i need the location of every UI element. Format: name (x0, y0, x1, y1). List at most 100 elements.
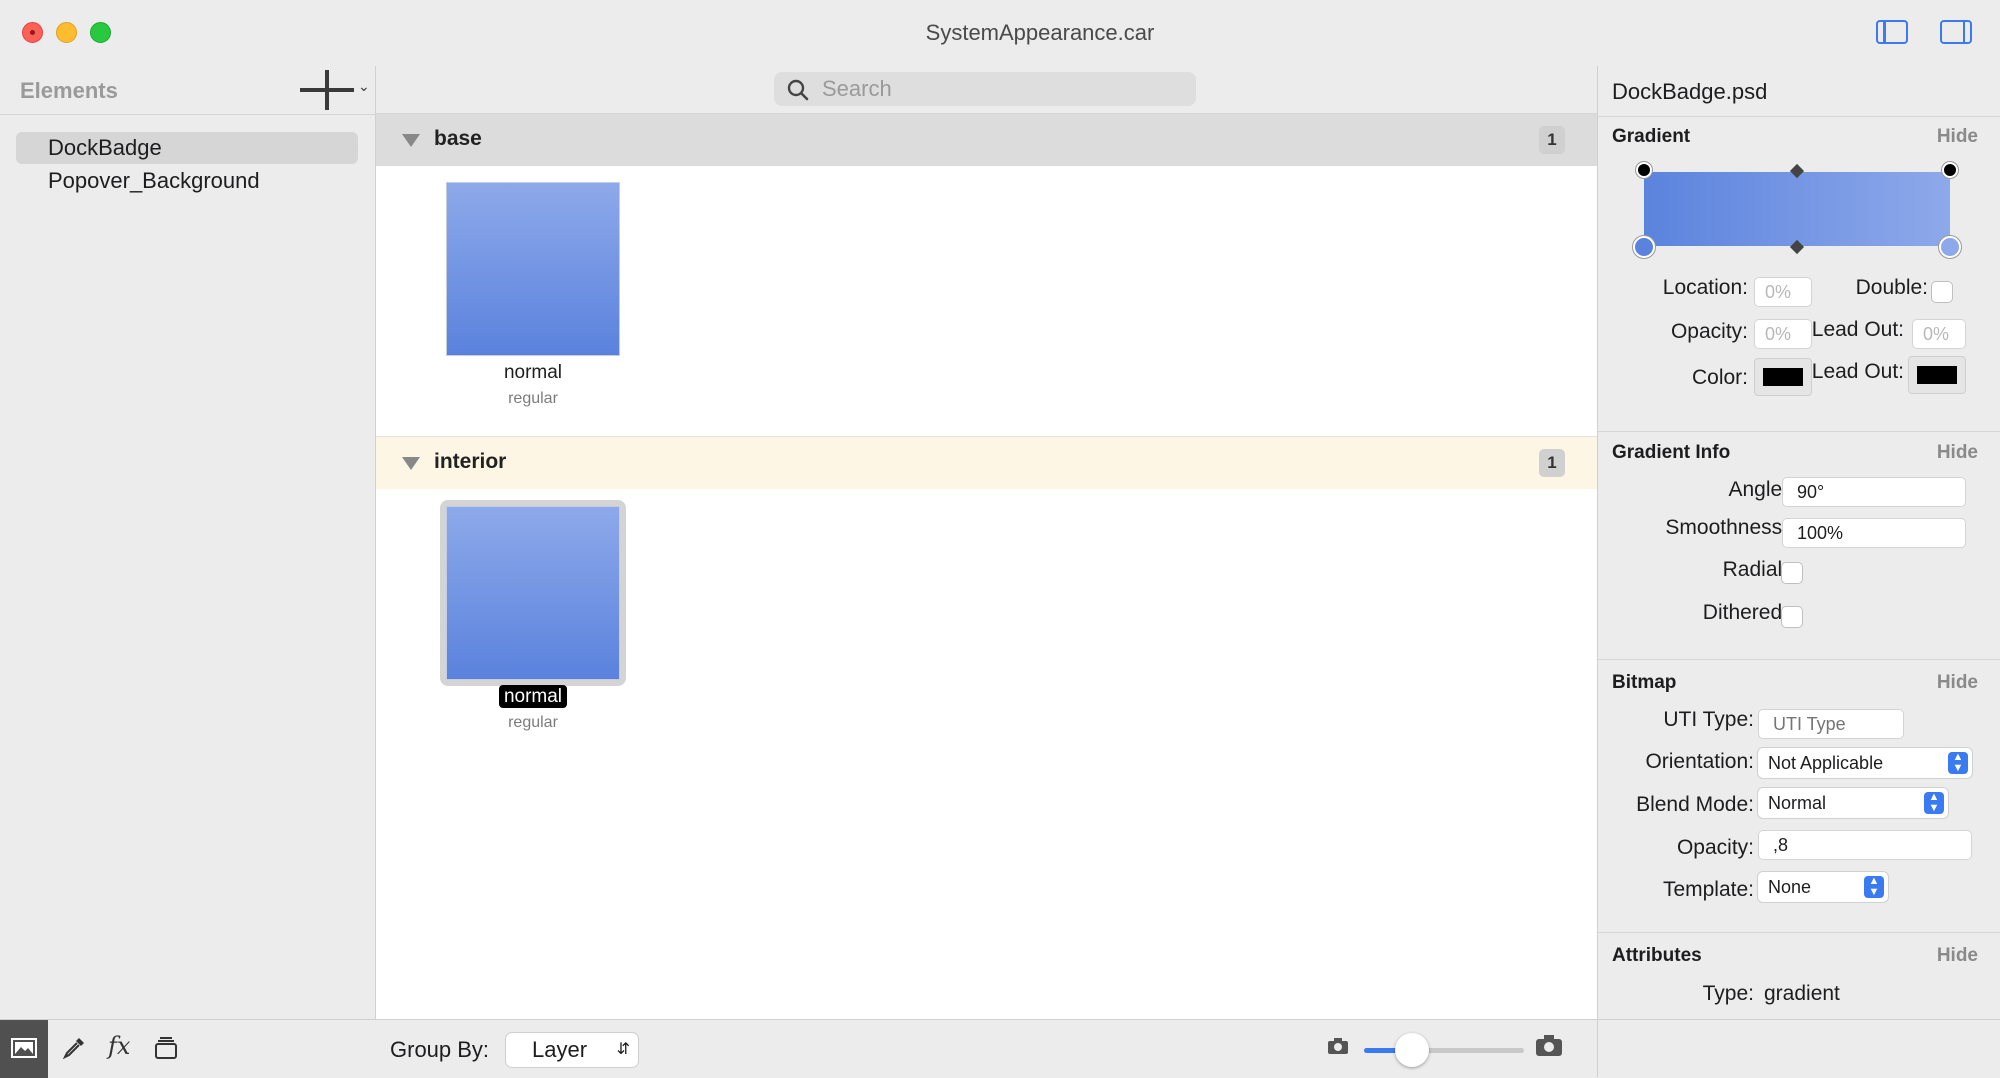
bitmap-hide-button[interactable]: Hide (1937, 672, 1978, 694)
lead-out-label: Lead Out: (1811, 318, 1904, 341)
select-stepper-icon: ▲ ▼ (1948, 752, 1968, 774)
plus-icon-vertical (325, 70, 329, 110)
search-field[interactable] (774, 72, 1196, 106)
toggle-left-sidebar-icon[interactable] (1876, 20, 1908, 44)
bitmap-section-header: Bitmap (1612, 672, 1677, 693)
bitmap-opacity-field[interactable]: ,8 (1758, 830, 1972, 860)
location-label: Location: (1662, 276, 1748, 299)
sidebar-item-dockbadge[interactable]: DockBadge (16, 132, 358, 164)
smoothness-field[interactable]: 100% (1782, 518, 1966, 548)
sidebar-divider (0, 114, 376, 115)
sidebar: Elements ⌄ DockBadge Popover_Background (0, 66, 376, 1019)
thumbnail-label-selected: normal (413, 685, 653, 708)
lead-out-field[interactable]: 0% (1912, 319, 1966, 349)
dithered-checkbox[interactable] (1781, 606, 1803, 628)
location-field[interactable]: 0% (1754, 277, 1812, 307)
image-thumbnail-selected[interactable] (446, 506, 620, 680)
thumbnail-label: normal (503, 362, 563, 383)
type-value: gradient (1764, 982, 1840, 1005)
gradient-opacity-stop-end[interactable] (1942, 162, 1958, 178)
lead-out-color-label: Lead Out: (1811, 360, 1904, 383)
camera-small-icon (1328, 1038, 1348, 1054)
opacity-label: Opacity: (1670, 320, 1748, 343)
gradient-info-hide-button[interactable]: Hide (1937, 442, 1978, 464)
camera-large-icon (1536, 1035, 1562, 1056)
group-name: interior (434, 450, 507, 473)
inspector-divider (1598, 932, 2000, 933)
group-header-base[interactable]: base 1 (376, 114, 1597, 166)
gradient-opacity-stop-start[interactable] (1636, 162, 1652, 178)
smoothness-label: Smoothness: (1665, 516, 1788, 539)
attributes-section-header: Attributes (1612, 945, 1702, 966)
toggle-right-inspector-icon[interactable] (1940, 20, 1972, 44)
search-input[interactable] (820, 72, 1180, 106)
radial-label: Radial: (1722, 558, 1788, 581)
template-label: Template: (1662, 878, 1754, 901)
group-by-select[interactable]: Layer ⇵ (506, 1033, 638, 1067)
chevron-down-icon: ⌄ (358, 78, 370, 94)
inspector-divider (1598, 431, 2000, 432)
gradient-section-header: Gradient (1612, 126, 1691, 147)
color-label: Color: (1691, 366, 1748, 389)
color-tab-button[interactable] (50, 1020, 98, 1078)
orientation-select[interactable]: Not Applicable ▲ ▼ (1758, 748, 1972, 778)
thumbnail-sublabel: regular (508, 714, 558, 731)
lead-out-color-swatch[interactable] (1908, 356, 1966, 394)
thumbnail-sublabel: regular (508, 390, 558, 407)
image-thumbnail[interactable] (446, 182, 620, 356)
main-content: base 1 normal regular interior 1 normal … (376, 66, 1597, 1019)
type-label: Type: (1702, 982, 1754, 1005)
gradient-hide-button[interactable]: Hide (1937, 126, 1978, 148)
dithered-label: Dithered: (1702, 601, 1788, 624)
group-count-badge: 1 (1539, 126, 1565, 154)
inspector-divider (1598, 659, 2000, 660)
zoom-slider-knob[interactable] (1395, 1033, 1429, 1067)
main-bottom-toolbar: Group By: Layer ⇵ (376, 1019, 1597, 1077)
gradient-preview-bar[interactable] (1644, 172, 1950, 246)
add-element-button[interactable]: ⌄ (298, 66, 376, 114)
inspector-panel: DockBadge.psd Gradient Hide Location: 0%… (1597, 66, 2000, 1019)
inspector-bottom-bar (1597, 1019, 2000, 1077)
image-icon (11, 1038, 37, 1058)
group-by-label: Group By: (390, 1037, 490, 1062)
attributes-hide-button[interactable]: Hide (1937, 945, 1978, 967)
stack-icon (155, 1037, 177, 1059)
group-by-value: Layer (532, 1037, 588, 1062)
sidebar-bottom-toolbar: fx (0, 1019, 376, 1078)
search-bar (376, 66, 1597, 114)
radial-checkbox[interactable] (1781, 562, 1803, 584)
gradient-color-stop-start[interactable] (1633, 236, 1655, 258)
layers-tab-button[interactable] (142, 1020, 190, 1078)
function-icon: fx (108, 1032, 131, 1060)
uti-type-input[interactable] (1758, 709, 1904, 739)
angle-label: Angle: (1728, 478, 1788, 501)
sidebar-item-popover-background[interactable]: Popover_Background (16, 165, 358, 197)
blend-mode-select[interactable]: Normal ▲ ▼ (1758, 788, 1948, 818)
inspector-divider (1598, 116, 2000, 117)
template-select[interactable]: None ▲ ▼ (1758, 872, 1888, 902)
disclosure-triangle-icon[interactable] (402, 134, 420, 147)
search-icon (787, 79, 809, 101)
group-name: base (434, 127, 482, 150)
eyedropper-icon (62, 1038, 84, 1060)
select-stepper-icon: ▲ ▼ (1864, 876, 1884, 898)
gradient-info-section-header: Gradient Info (1612, 442, 1731, 463)
zoom-slider-track[interactable] (1364, 1048, 1524, 1053)
title-bar: SystemAppearance.car (0, 0, 2000, 66)
select-stepper-icon: ▲ ▼ (1924, 792, 1944, 814)
double-label: Double: (1855, 276, 1928, 299)
gradient-color-stop-end[interactable] (1939, 236, 1961, 258)
effects-tab-button[interactable]: fx (96, 1020, 144, 1078)
image-tab-button[interactable] (0, 1020, 48, 1078)
angle-field[interactable]: 90° (1782, 477, 1966, 507)
blend-mode-label: Blend Mode: (1636, 793, 1754, 816)
thumbnail-label-text: normal (498, 685, 568, 708)
bitmap-opacity-label: Opacity: (1676, 836, 1754, 859)
template-value: None (1768, 877, 1812, 897)
group-header-interior[interactable]: interior 1 (376, 437, 1597, 489)
sidebar-title: Elements (20, 78, 118, 103)
group-count-badge: 1 (1539, 449, 1565, 477)
double-checkbox[interactable] (1931, 281, 1953, 303)
disclosure-triangle-icon[interactable] (402, 457, 420, 470)
inspector-title: DockBadge.psd (1612, 79, 1768, 104)
